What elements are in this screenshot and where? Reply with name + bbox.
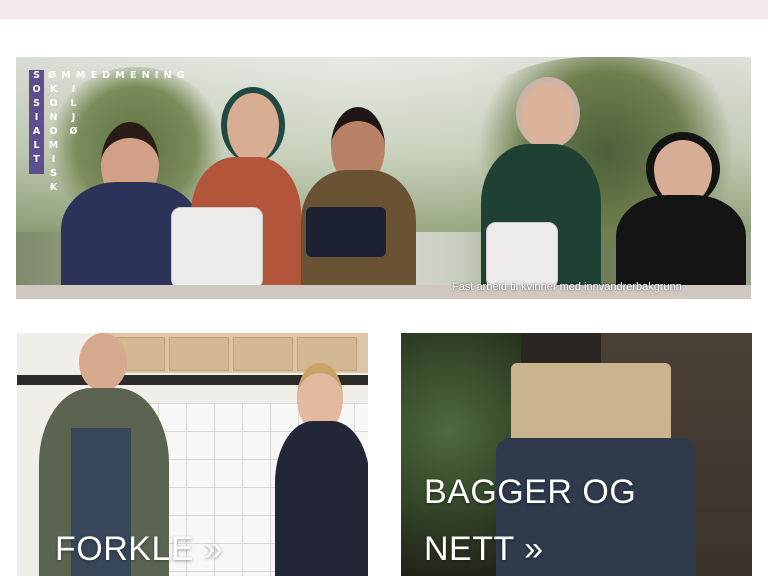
card-title-line2[interactable]: NETT » [424, 527, 544, 571]
logo-letter: Ø [69, 126, 78, 137]
logo-letter: J [71, 112, 76, 123]
logo-letter: I [71, 84, 76, 95]
card-forkle[interactable]: FORKLE » [17, 333, 368, 576]
logo-letter: O [49, 126, 58, 137]
logo-letter: M [48, 140, 59, 151]
card-title-line1[interactable]: BAGGER OG [424, 470, 636, 514]
sewing-machine-right [486, 222, 558, 289]
logo-horizontal-word: ØMMEDMENING [48, 70, 190, 81]
logo-letter: S [33, 98, 40, 109]
logo-letter: T [33, 154, 40, 165]
sewing-machine-left [171, 207, 263, 289]
logo-letter: O [32, 84, 41, 95]
logo-letter: K [49, 182, 58, 193]
person-3 [301, 102, 416, 297]
logo-letter: K [49, 84, 58, 95]
hero-caption: Fast arbeid til kvinner med innvandrerba… [452, 281, 682, 293]
top-bar [0, 0, 768, 19]
logo-letter: I [34, 112, 39, 123]
card-title-forkle[interactable]: FORKLE » [55, 527, 223, 571]
hero-banner[interactable] [16, 57, 751, 299]
denim-stack [306, 207, 386, 257]
logo-letter: S [33, 70, 40, 81]
logo-letter: L [70, 98, 77, 109]
logo-letter: L [33, 140, 40, 151]
person-5 [616, 127, 746, 299]
logo-letter: I [51, 154, 56, 165]
card-bagger-og-nett[interactable]: BAGGER OG NETT » [401, 333, 752, 576]
gift-items [511, 363, 671, 443]
logo-letter: S [50, 168, 57, 179]
logo-letter: O [49, 98, 58, 109]
logo-letter: A [32, 126, 41, 137]
logo-letter: N [49, 112, 58, 123]
person-woman [275, 363, 368, 576]
